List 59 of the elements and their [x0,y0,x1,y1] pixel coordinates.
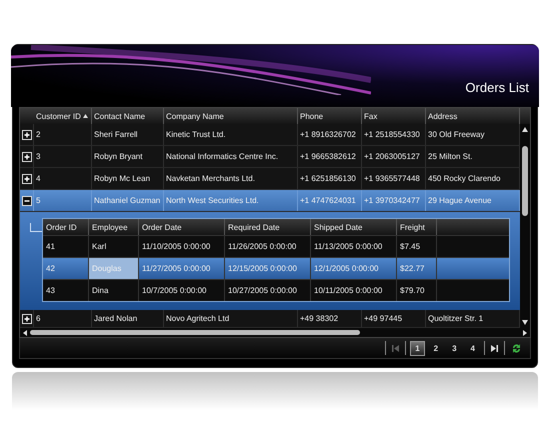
table-cell: Nathaniel Guzman [92,190,164,211]
expand-button[interactable] [22,130,32,140]
page-button[interactable]: 1 [410,340,425,356]
table-cell: +1 9365577448 [362,168,426,189]
scroll-down-icon[interactable] [522,320,528,325]
table-row[interactable]: 6 Jared Nolan Novo Agritech Ltd +49 38302 +49 97445 Quoltitzer Str. 1 [20,310,520,328]
table-cell: Dina [89,280,139,301]
table-row[interactable]: 3 Robyn Bryant National Informatics Centre Inc. +1 9665382612 +1 2063005127 25 Milton St. [20,146,520,168]
window-title: Orders List [465,80,529,95]
refresh-icon [511,342,522,354]
scroll-left-icon[interactable] [23,330,27,336]
expand-button[interactable] [22,152,32,162]
table-cell: Kinetic Trust Ltd. [164,124,298,145]
vertical-scrollbar[interactable] [520,124,530,328]
table-cell: Robyn Mc Lean [92,168,164,189]
last-page-button[interactable] [489,342,500,354]
connector-line [30,223,42,232]
horizontal-scrollbar[interactable] [20,328,530,337]
table-cell: Robyn Bryant [92,146,164,167]
scroll-up-icon[interactable] [522,127,528,132]
table-cell: +1 2063005127 [362,146,426,167]
table-cell: 10/7/2005 0:00:00 [139,280,225,301]
table-cell: +49 38302 [298,310,362,327]
table-cell: 5 [34,190,92,211]
table-cell: Novo Agritech Ltd [164,310,298,327]
expand-button[interactable] [22,196,32,206]
table-cell: +1 8916326702 [298,124,362,145]
expand-button[interactable] [22,174,32,184]
table-cell: $79.70 [397,280,437,301]
table-cell: Navketan Merchants Ltd. [164,168,298,189]
table-cell: Jared Nolan [92,310,164,327]
table-row[interactable]: 2 Sheri Farrell Kinetic Trust Ltd. +1 8916326702 +1 2518554330 30 Old Freeway [20,124,520,146]
table-row[interactable]: 5 Nathaniel Guzman North West Securities Ltd. +1 4747624031 +1 3970342477 29 Hague Avenue [20,190,520,212]
scroll-right-icon[interactable] [523,330,527,336]
page-button[interactable]: 4 [466,340,480,356]
table-cell: +49 97445 [362,310,426,327]
table-cell: 4 [34,168,92,189]
page-button[interactable]: 3 [447,340,462,356]
table-cell: Douglas [89,258,139,279]
table-cell: North West Securities Ltd. [164,190,298,211]
table-cell: 43 [43,280,89,301]
table-cell: +1 6251856130 [298,168,362,189]
table-cell: 10/11/2005 0:00:00 [311,280,397,301]
table-cell: 6 [34,310,92,327]
table-cell: 3 [34,146,92,167]
table-cell: Sheri Farrell [92,124,164,145]
table-cell: 10/27/2005 0:00:00 [225,280,311,301]
table-cell: +1 3970342477 [362,190,426,211]
table-row[interactable]: 41 Karl 11/10/2005 0:00:00 11/26/2005 0:00:00 11/13/2005 0:00:00 $7.45 [43,235,509,257]
table-cell: +1 2518554330 [362,124,426,145]
expand-button[interactable] [22,314,32,324]
table-row[interactable]: 42 Douglas 11/27/2005 0:00:00 12/15/2005 0:00:00 12/1/2005 0:00:00 $22.77 [43,257,509,279]
table-cell: 2 [34,124,92,145]
page-button[interactable]: 2 [428,340,444,356]
table-row[interactable]: 43 Dina 10/7/2005 0:00:00 10/27/2005 0:00:00 10/11/2005 0:00:00 $79.70 [43,279,509,301]
table-row[interactable]: 4 Robyn Mc Lean Navketan Merchants Ltd. +1 6251856130 +1 9365577448 450 Rocky Clarendo [20,168,520,190]
table-cell: +1 4747624031 [298,190,362,211]
table-cell: National Informatics Centre Inc. [164,146,298,167]
table-cell: +1 9665382612 [298,146,362,167]
